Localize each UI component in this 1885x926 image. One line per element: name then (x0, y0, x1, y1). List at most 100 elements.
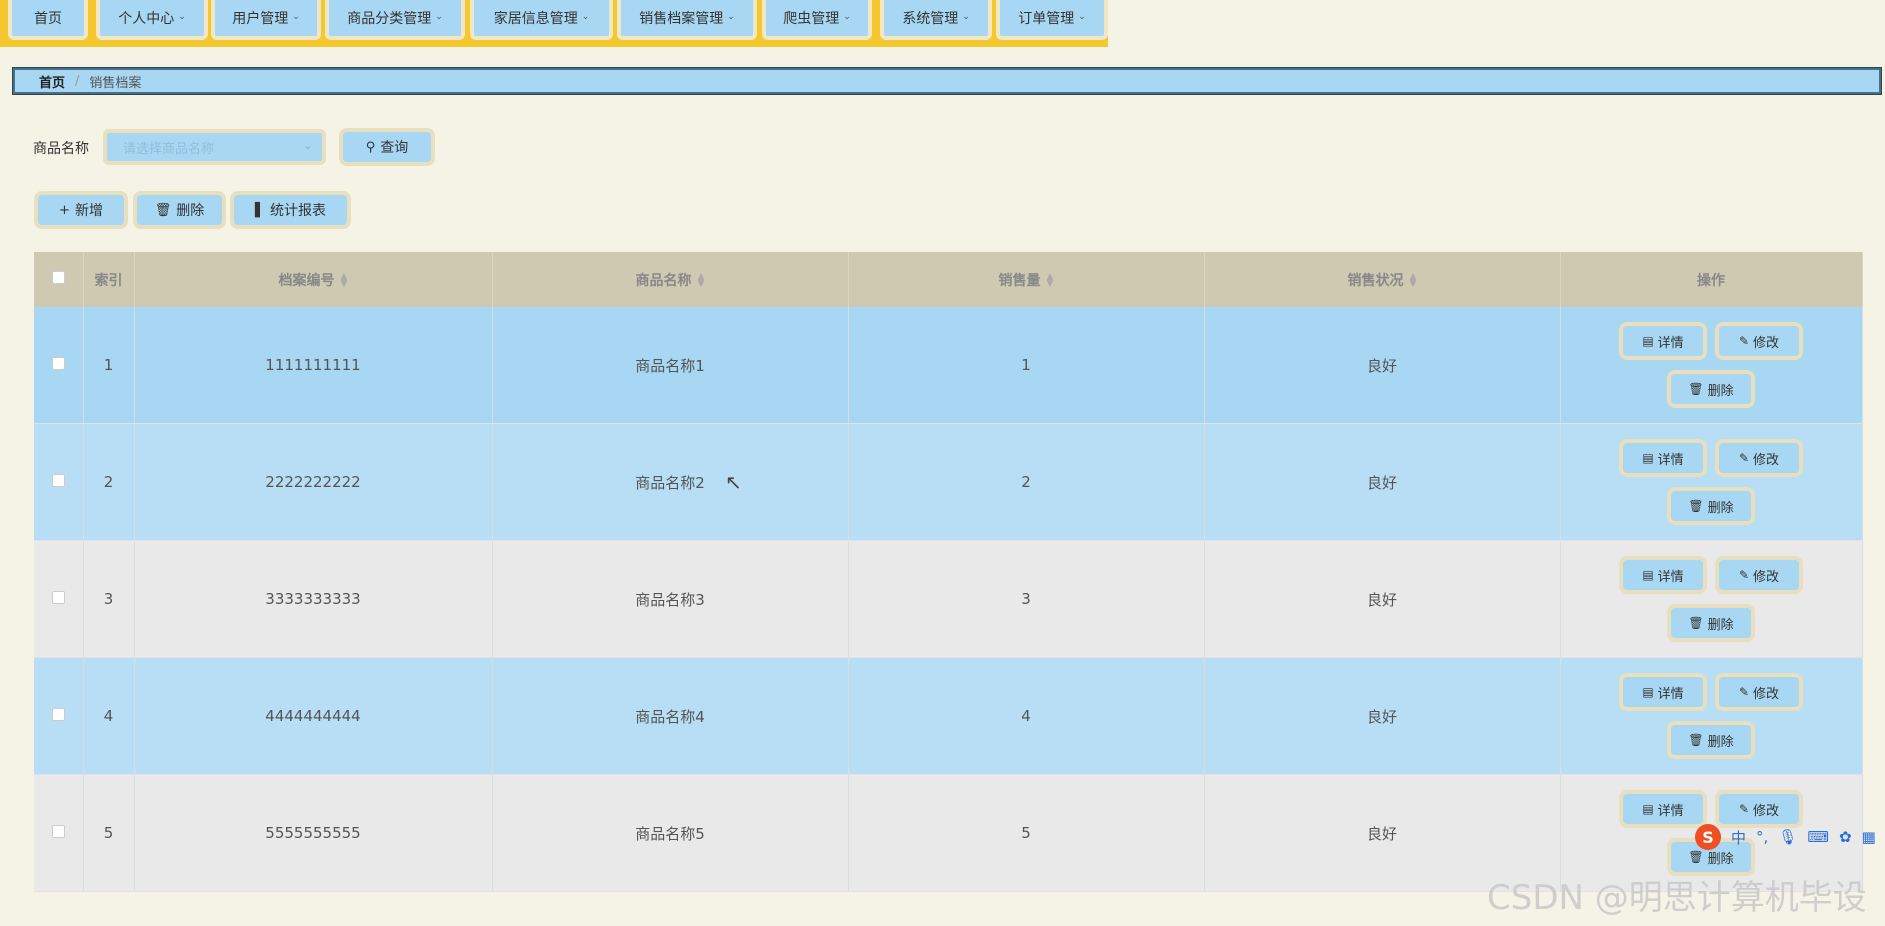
nav-crawler-management[interactable]: 爬虫管理 ⌄ (762, 0, 872, 40)
sort-icon[interactable]: ▲ ▼ (1047, 272, 1054, 288)
chevron-down-icon: ⌄ (178, 12, 186, 22)
nav-user-management[interactable]: 用户管理 ⌄ (211, 0, 321, 40)
nav-category-management-label: 商品分类管理 (347, 11, 432, 27)
document-icon: ▤ (1642, 334, 1654, 348)
cell-index: 4 (83, 657, 135, 775)
detail-button-label: 详情 (1657, 803, 1684, 819)
nav-home-info-management-label: 家居信息管理 (493, 11, 578, 27)
edit-button[interactable]: ✎ 修改 (1715, 556, 1803, 594)
nav-personal-center[interactable]: 个人中心 ⌄ (96, 0, 208, 40)
nav-home-info-management[interactable]: 家居信息管理 ⌄ (470, 0, 613, 40)
sort-icon[interactable]: ▲ ▼ (341, 272, 348, 288)
row-checkbox[interactable] (51, 357, 65, 370)
detail-button[interactable]: ▤ 详情 (1619, 322, 1707, 360)
nav-system-management[interactable]: 系统管理 ⌄ (880, 0, 992, 40)
action-group: ▤ 详情 ✎ 修改 🗑 删除 (1561, 556, 1862, 642)
cell-archive-no: 3333333333 (134, 540, 493, 658)
trash-icon: 🗑 (1688, 499, 1704, 513)
cell-sales-volume: 5 (848, 774, 1205, 892)
cell-index: 2 (83, 423, 135, 541)
trash-icon: 🗑 (1688, 382, 1704, 396)
document-icon: ▤ (1642, 685, 1654, 699)
cell-archive-no: 5555555555 (134, 774, 493, 892)
keyboard-icon[interactable]: ⌨ (1807, 828, 1829, 846)
detail-button[interactable]: ▤ 详情 (1619, 673, 1707, 711)
statistics-report-button-label: 统计报表 (270, 203, 326, 219)
nav-order-management[interactable]: 订单管理 ⌄ (996, 0, 1108, 40)
chevron-down-icon: ⌄ (727, 12, 735, 22)
sort-icon[interactable]: ▲ ▼ (698, 272, 705, 288)
table-header-row: 索引 档案编号 ▲ ▼ 商品名称 ▲ ▼ 销售量 ▲ ▼ 销售状况 ▲ ▼ 操作 (34, 252, 1863, 307)
detail-button[interactable]: ▤ 详情 (1619, 556, 1707, 594)
nav-category-management[interactable]: 商品分类管理 ⌄ (325, 0, 465, 40)
edit-button-label: 修改 (1753, 569, 1780, 585)
cell-product-name: 商品名称3 (492, 540, 849, 658)
action-row: ▤ 详情 ✎ 修改 (1619, 556, 1803, 594)
breadcrumb-separator: / (75, 73, 80, 89)
cell-sales-status: 良好 (1204, 540, 1561, 658)
header-sales-volume[interactable]: 销售量 ▲ ▼ (848, 252, 1205, 307)
edit-button-label: 修改 (1753, 335, 1780, 351)
microphone-icon[interactable]: 🎙 (1778, 828, 1797, 846)
edit-icon: ✎ (1738, 685, 1750, 699)
nav-home[interactable]: 首页 (8, 0, 88, 40)
cell-sales-volume: 1 (848, 307, 1205, 424)
query-button-label: 查询 (380, 140, 409, 156)
document-icon: ▤ (1642, 451, 1654, 465)
sort-icon[interactable]: ▲ ▼ (1410, 272, 1417, 288)
edit-icon: ✎ (1738, 568, 1750, 582)
query-button[interactable]: ⚲ 查询 (339, 128, 435, 166)
row-delete-button[interactable]: 🗑 删除 (1667, 370, 1755, 408)
action-group: ▤ 详情 ✎ 修改 🗑 删除 (1561, 673, 1862, 759)
detail-button[interactable]: ▤ 详情 (1619, 439, 1707, 477)
cell-archive-no: 1111111111 (134, 307, 493, 424)
breadcrumb-home[interactable]: 首页 (39, 72, 65, 91)
edit-button[interactable]: ✎ 修改 (1715, 439, 1803, 477)
product-name-select-placeholder: 请选择商品名称 (123, 141, 215, 157)
table-row: 4 4444444444 商品名称4 4 良好 ▤ 详情 ✎ 修改 🗑 删除 (34, 657, 1863, 775)
row-checkbox[interactable] (51, 708, 65, 721)
cell-archive-no: 4444444444 (134, 657, 493, 775)
header-archive-no[interactable]: 档案编号 ▲ ▼ (134, 252, 493, 307)
edit-button[interactable]: ✎ 修改 (1715, 322, 1803, 360)
trash-icon: 🗑 (1688, 733, 1704, 747)
header-product-name[interactable]: 商品名称 ▲ ▼ (492, 252, 849, 307)
header-sales-status-label: 销售状况 (1347, 272, 1404, 289)
cell-product-name: 商品名称4 (492, 657, 849, 775)
search-icon: ⚲ (365, 139, 376, 155)
skin-icon[interactable]: ✿ (1839, 828, 1852, 846)
header-actions: 操作 (1560, 252, 1863, 307)
nav-user-management-label: 用户管理 (232, 11, 289, 27)
nav-sales-archive-management-label: 销售档案管理 (639, 11, 724, 27)
punctuation-icon[interactable]: °, (1756, 828, 1768, 846)
cell-actions: ▤ 详情 ✎ 修改 🗑 删除 (1560, 307, 1863, 424)
row-delete-button[interactable]: 🗑 删除 (1667, 487, 1755, 525)
row-checkbox[interactable] (51, 591, 65, 604)
row-checkbox[interactable] (51, 825, 65, 838)
cell-index: 5 (83, 774, 135, 892)
mouse-cursor-icon: ↖ (725, 470, 742, 494)
edit-icon: ✎ (1738, 802, 1750, 816)
grid-icon[interactable]: ▦ (1862, 828, 1876, 846)
nav-system-management-label: 系统管理 (902, 11, 959, 27)
edit-icon: ✎ (1738, 451, 1750, 465)
select-all-cell (34, 252, 84, 307)
cell-product-name: 商品名称5 (492, 774, 849, 892)
add-button[interactable]: + 新增 (34, 191, 128, 229)
bulk-delete-button[interactable]: 🗑 删除 (133, 191, 226, 229)
nav-sales-archive-management[interactable]: 销售档案管理 ⌄ (617, 0, 757, 40)
select-all-checkbox[interactable] (51, 271, 65, 284)
product-name-select[interactable]: 请选择商品名称 ⌄ (103, 129, 326, 165)
row-delete-button-label: 删除 (1707, 500, 1734, 516)
edit-button[interactable]: ✎ 修改 (1715, 673, 1803, 711)
statistics-report-button[interactable]: ▌ 统计报表 (230, 191, 351, 229)
row-delete-button[interactable]: 🗑 删除 (1667, 604, 1755, 642)
row-checkbox[interactable] (51, 474, 65, 487)
row-delete-button[interactable]: 🗑 删除 (1667, 721, 1755, 759)
header-sales-status[interactable]: 销售状况 ▲ ▼ (1204, 252, 1561, 307)
detail-button[interactable]: ▤ 详情 (1619, 790, 1707, 828)
top-navigation-bar: 首页 个人中心 ⌄ 用户管理 ⌄ 商品分类管理 ⌄ 家居信息管理 ⌄ 销售档案管… (0, 0, 1108, 47)
table-row: 3 3333333333 商品名称3 3 良好 ▤ 详情 ✎ 修改 🗑 删除 (34, 540, 1863, 658)
ime-mode[interactable]: 中 (1731, 827, 1746, 848)
chevron-down-icon: ⌄ (303, 141, 312, 152)
